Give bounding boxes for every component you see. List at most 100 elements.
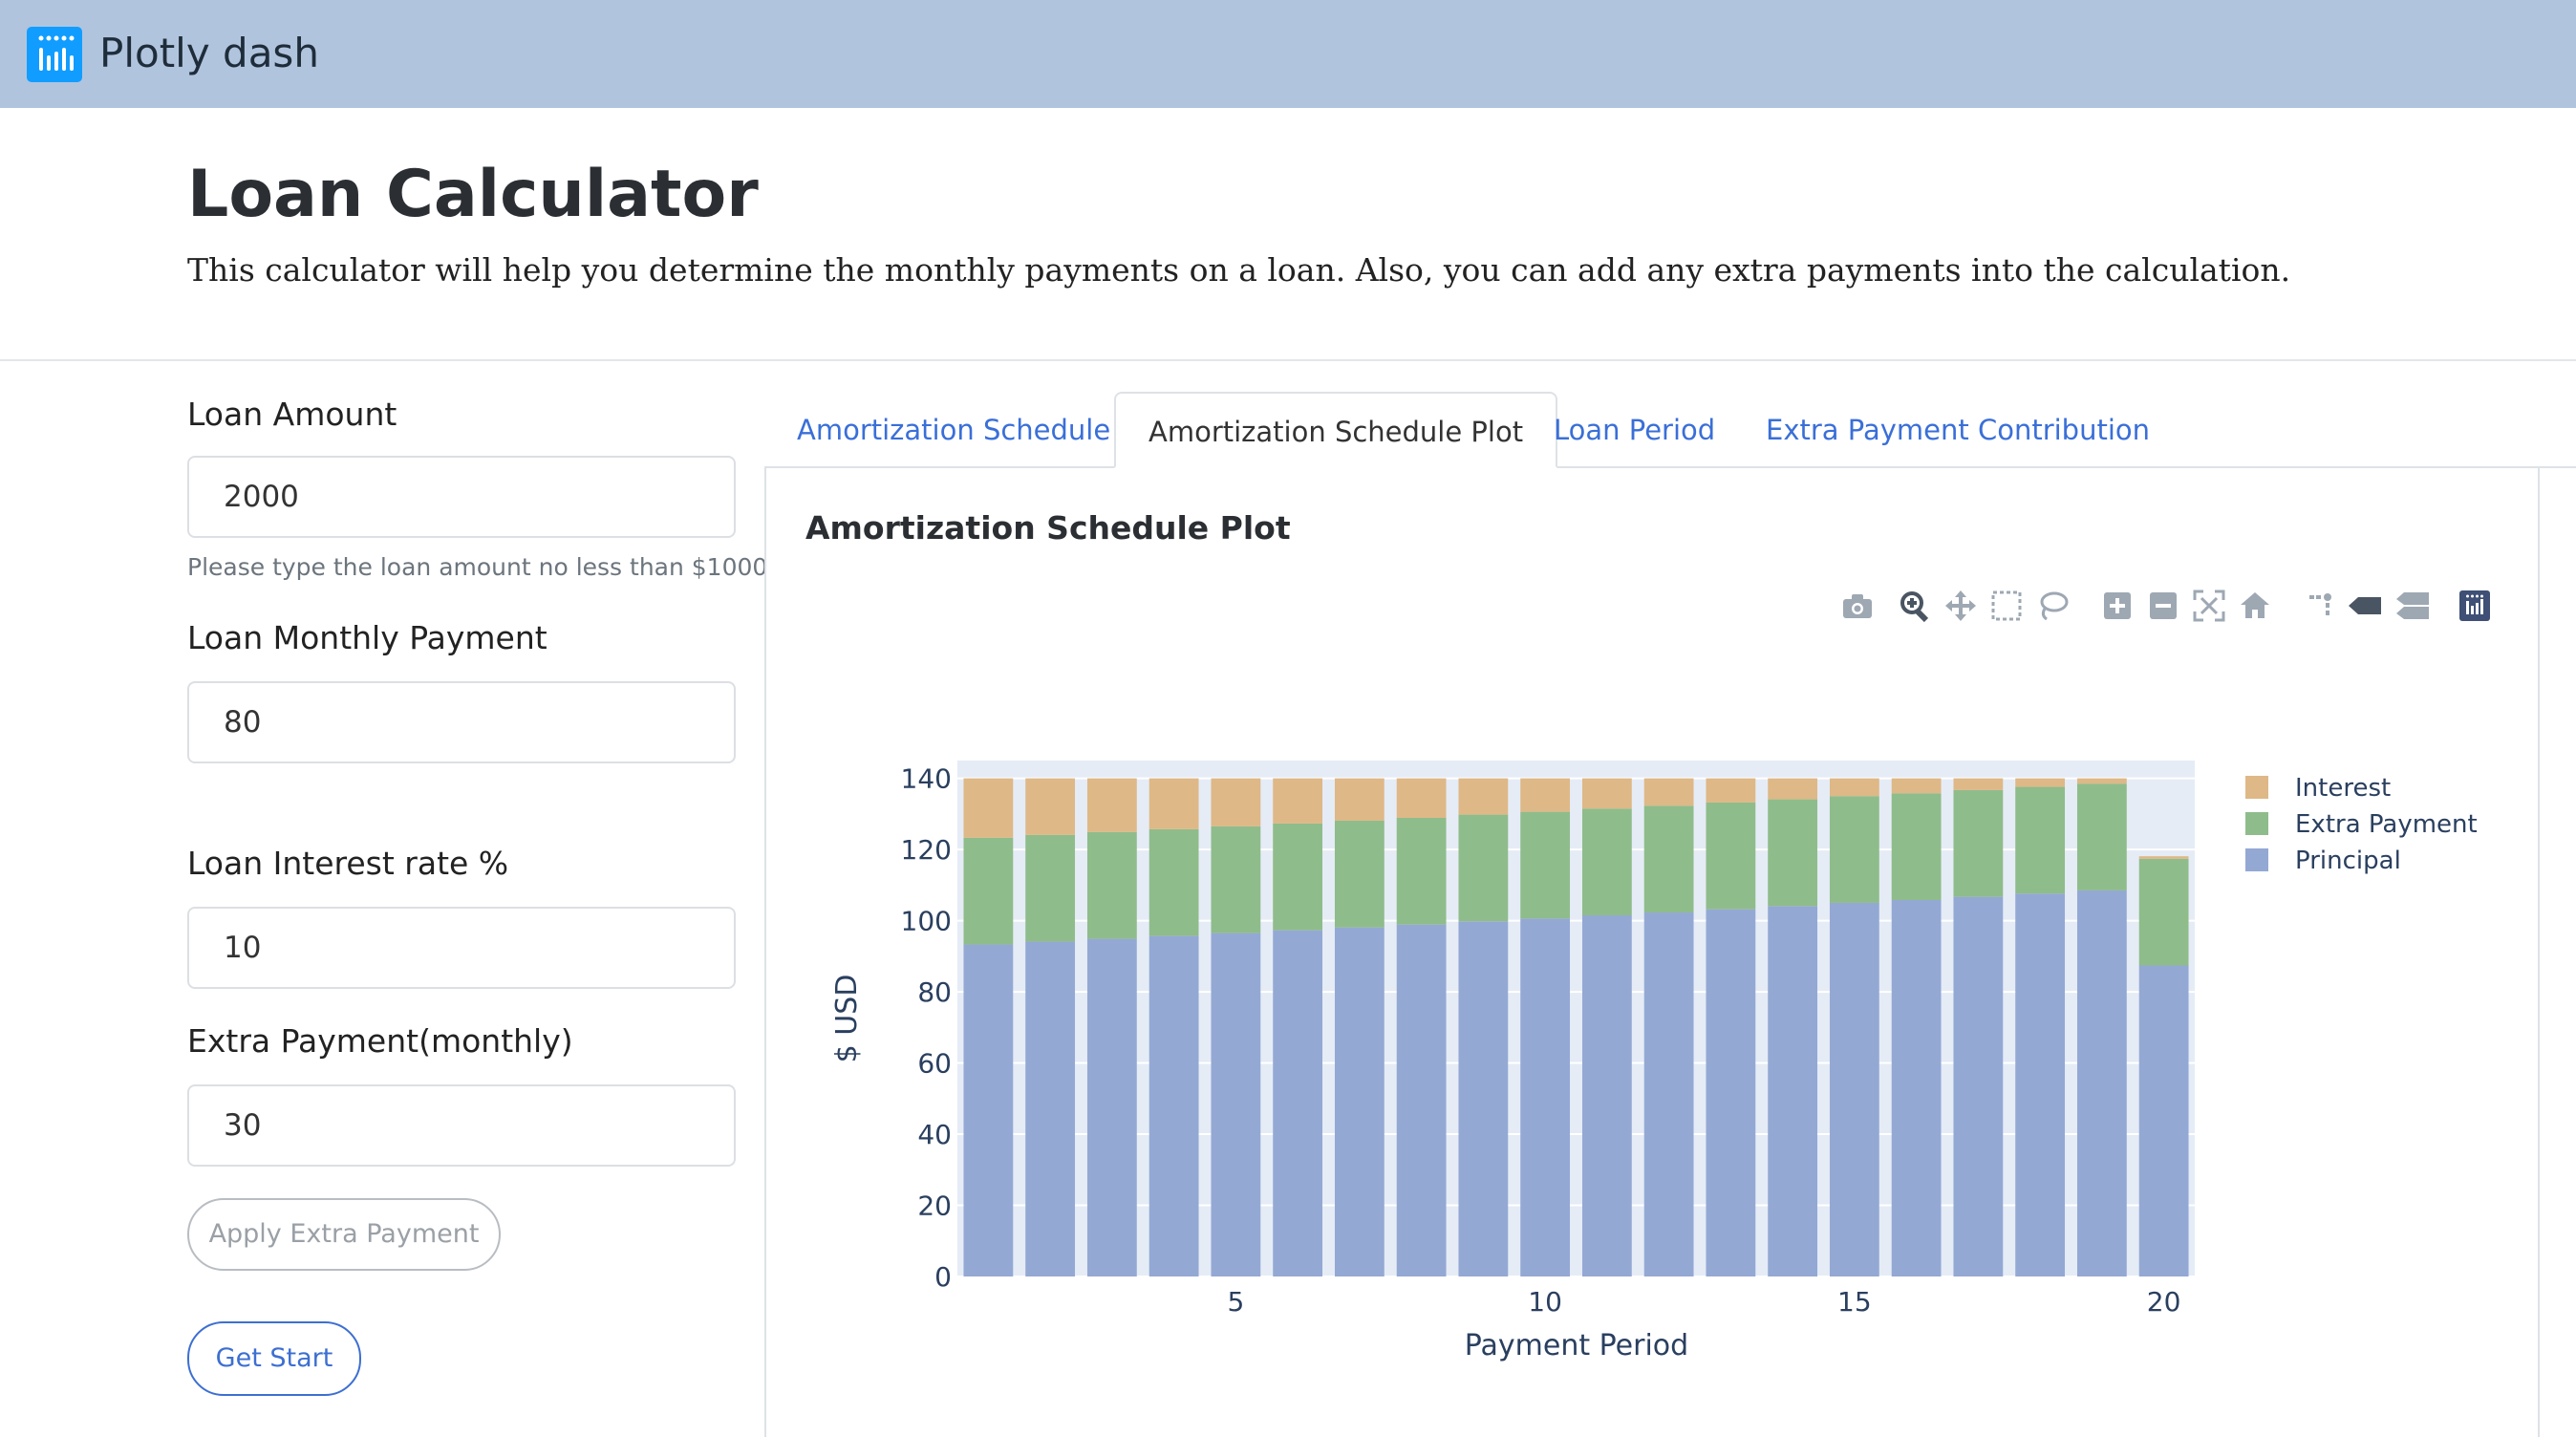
interest-rate-label: Loan Interest rate % bbox=[187, 845, 509, 882]
bar-interest[interactable] bbox=[1211, 778, 1261, 826]
pan-icon[interactable] bbox=[1942, 585, 1980, 627]
bar-interest[interactable] bbox=[1953, 778, 2004, 790]
bar-principal[interactable] bbox=[1148, 935, 1199, 1276]
bar-extra-payment[interactable] bbox=[1706, 802, 1756, 910]
x-tick-label: 5 bbox=[1227, 1286, 1244, 1318]
camera-icon[interactable] bbox=[1838, 585, 1877, 627]
get-start-button[interactable]: Get Start bbox=[187, 1321, 361, 1396]
bar-interest[interactable] bbox=[2015, 778, 2066, 787]
plotly-modebar-logo-icon[interactable] bbox=[2456, 585, 2494, 627]
legend-label[interactable]: Principal bbox=[2295, 847, 2401, 875]
hover-closest-icon[interactable] bbox=[2347, 585, 2385, 627]
bar-principal[interactable] bbox=[1086, 938, 1137, 1276]
bar-extra-payment[interactable] bbox=[1581, 808, 1632, 915]
bar-interest[interactable] bbox=[963, 778, 1014, 838]
legend-swatch[interactable] bbox=[2245, 848, 2268, 871]
bar-principal[interactable] bbox=[2076, 890, 2127, 1276]
bar-principal[interactable] bbox=[1520, 918, 1571, 1276]
bar-principal[interactable] bbox=[1396, 924, 1447, 1276]
bar-interest[interactable] bbox=[1148, 778, 1199, 829]
bar-interest[interactable] bbox=[1768, 778, 1818, 800]
legend-swatch[interactable] bbox=[2245, 776, 2268, 799]
extra-payment-label: Extra Payment(monthly) bbox=[187, 1022, 573, 1060]
tab-extra-payment-contribution[interactable]: Extra Payment Contribution bbox=[1733, 392, 2182, 468]
bar-principal[interactable] bbox=[1273, 930, 1323, 1276]
legend-label[interactable]: Interest bbox=[2295, 774, 2391, 803]
spike-lines-icon[interactable] bbox=[2301, 585, 2339, 627]
bar-interest[interactable] bbox=[1273, 778, 1323, 824]
y-tick-label: 120 bbox=[901, 834, 952, 866]
bar-interest[interactable] bbox=[1025, 778, 1076, 835]
bar-principal[interactable] bbox=[1829, 902, 1879, 1276]
bar-extra-payment[interactable] bbox=[1458, 814, 1509, 922]
bar-extra-payment[interactable] bbox=[1768, 799, 1818, 907]
zoom-out-icon[interactable] bbox=[2144, 585, 2182, 627]
bar-extra-payment[interactable] bbox=[963, 837, 1014, 945]
legend-label[interactable]: Extra Payment bbox=[2295, 810, 2478, 839]
bar-extra-payment[interactable] bbox=[1643, 805, 1694, 913]
y-tick-label: 140 bbox=[901, 763, 952, 795]
bar-interest[interactable] bbox=[1520, 778, 1571, 812]
reset-axes-icon[interactable] bbox=[2236, 585, 2274, 627]
bar-interest[interactable] bbox=[1891, 778, 1942, 794]
bar-interest[interactable] bbox=[1458, 778, 1509, 815]
bar-extra-payment[interactable] bbox=[1396, 817, 1447, 925]
zoom-icon[interactable] bbox=[1896, 585, 1934, 627]
apply-extra-payment-button[interactable]: Apply Extra Payment bbox=[187, 1198, 501, 1271]
bar-principal[interactable] bbox=[1643, 912, 1694, 1276]
bar-interest[interactable] bbox=[1706, 778, 1756, 803]
bar-interest[interactable] bbox=[2138, 856, 2189, 859]
bar-extra-payment[interactable] bbox=[1520, 811, 1571, 919]
tab-loan-period[interactable]: Loan Period bbox=[1521, 392, 1748, 468]
bar-principal[interactable] bbox=[1891, 899, 1942, 1276]
bar-extra-payment[interactable] bbox=[2138, 858, 2189, 966]
bar-interest[interactable] bbox=[1643, 778, 1694, 806]
bar-principal[interactable] bbox=[1953, 896, 2004, 1276]
bar-extra-payment[interactable] bbox=[1891, 793, 1942, 900]
bar-principal[interactable] bbox=[963, 944, 1014, 1276]
zoom-in-icon[interactable] bbox=[2098, 585, 2136, 627]
loan-amount-input[interactable] bbox=[187, 456, 736, 538]
bar-interest[interactable] bbox=[2076, 778, 2127, 784]
plot-area bbox=[957, 761, 2195, 1277]
x-tick-label: 20 bbox=[2147, 1286, 2181, 1318]
tab-amortization-schedule[interactable]: Amortization Schedule bbox=[764, 392, 1143, 468]
monthly-payment-input[interactable] bbox=[187, 681, 736, 763]
bar-principal[interactable] bbox=[1211, 933, 1261, 1276]
lasso-select-icon[interactable] bbox=[2033, 585, 2072, 627]
bar-principal[interactable] bbox=[2015, 893, 2066, 1276]
bar-extra-payment[interactable] bbox=[2015, 786, 2066, 894]
bar-principal[interactable] bbox=[2138, 965, 2189, 1276]
bar-extra-payment[interactable] bbox=[1334, 820, 1385, 928]
bar-interest[interactable] bbox=[1396, 778, 1447, 818]
bar-extra-payment[interactable] bbox=[1086, 831, 1137, 939]
bar-extra-payment[interactable] bbox=[1953, 789, 2004, 897]
bar-interest[interactable] bbox=[1829, 778, 1879, 797]
bar-interest[interactable] bbox=[1581, 778, 1632, 809]
bar-principal[interactable] bbox=[1334, 927, 1385, 1276]
bar-extra-payment[interactable] bbox=[1829, 796, 1879, 903]
section-divider bbox=[0, 359, 2576, 361]
bar-principal[interactable] bbox=[1581, 915, 1632, 1276]
hover-compare-icon[interactable] bbox=[2394, 585, 2433, 627]
legend-swatch[interactable] bbox=[2245, 812, 2268, 835]
tab-amortization-schedule-plot[interactable]: Amortization Schedule Plot bbox=[1114, 392, 1558, 468]
bar-principal[interactable] bbox=[1706, 909, 1756, 1276]
bar-extra-payment[interactable] bbox=[1273, 823, 1323, 931]
bar-principal[interactable] bbox=[1458, 921, 1509, 1276]
app-title: Plotly dash bbox=[99, 30, 319, 76]
amortization-chart[interactable]: 0 20 40 60 80 100 120 140 5 10 15 20 Payment Perio… bbox=[764, 669, 2484, 1376]
interest-rate-input[interactable] bbox=[187, 907, 736, 989]
bar-extra-payment[interactable] bbox=[1211, 826, 1261, 933]
bar-interest[interactable] bbox=[1334, 778, 1385, 821]
bar-principal[interactable] bbox=[1025, 941, 1076, 1276]
box-select-icon[interactable] bbox=[1987, 585, 2026, 627]
bar-principal[interactable] bbox=[1768, 906, 1818, 1276]
plotly-logo-icon[interactable] bbox=[27, 27, 82, 82]
extra-payment-input[interactable] bbox=[187, 1084, 736, 1167]
bar-interest[interactable] bbox=[1086, 778, 1137, 832]
bar-extra-payment[interactable] bbox=[2076, 783, 2127, 890]
bar-extra-payment[interactable] bbox=[1025, 834, 1076, 942]
autoscale-icon[interactable] bbox=[2190, 585, 2228, 627]
bar-extra-payment[interactable] bbox=[1148, 828, 1199, 936]
